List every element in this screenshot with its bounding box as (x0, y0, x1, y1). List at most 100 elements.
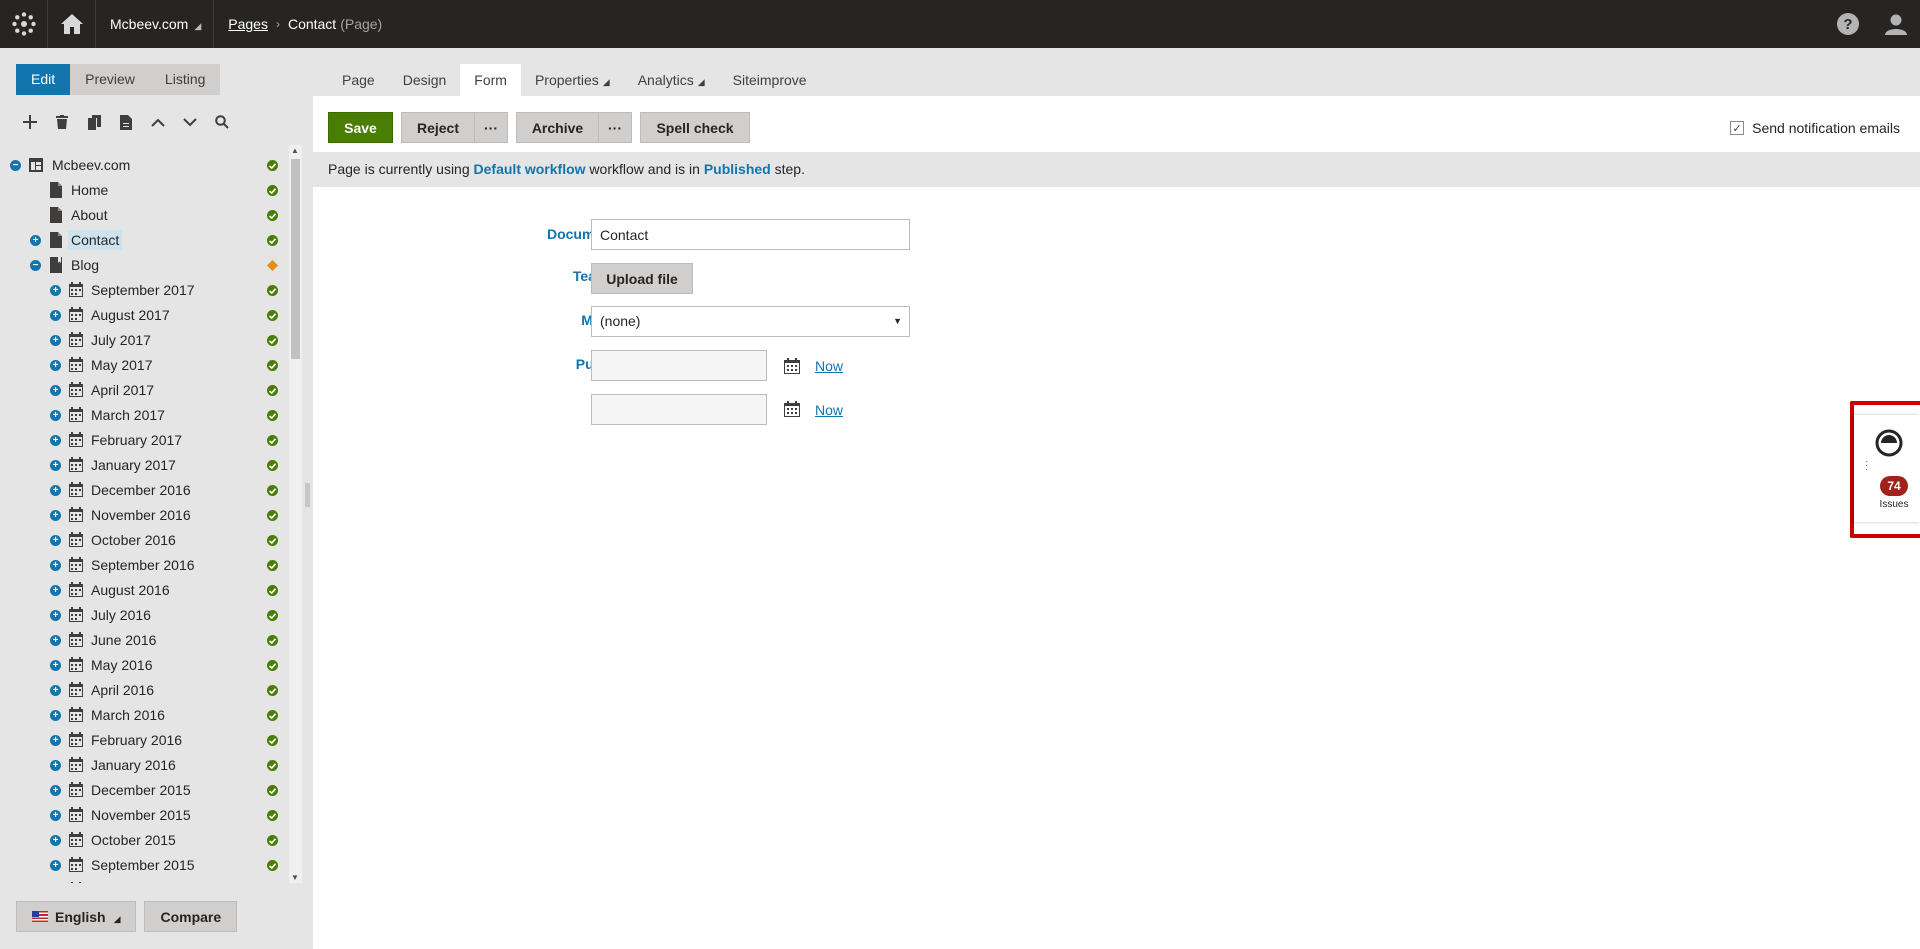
expand-icon[interactable]: + (50, 710, 61, 721)
expand-icon[interactable]: + (50, 335, 61, 346)
expand-icon[interactable]: + (50, 610, 61, 621)
copy-page-button[interactable] (80, 108, 108, 136)
app-menu-button[interactable] (0, 0, 48, 48)
expand-icon[interactable]: + (50, 685, 61, 696)
dashboard-home-button[interactable] (48, 0, 96, 48)
tree-node[interactable]: + August 2017 (0, 303, 287, 328)
language-selector[interactable]: English ◢ (16, 901, 137, 932)
mode-edit[interactable]: Edit (16, 64, 71, 95)
tree-node-label[interactable]: August 2017 (88, 305, 173, 325)
expand-icon[interactable]: + (50, 660, 61, 671)
expand-icon[interactable]: + (50, 810, 61, 821)
tree-node[interactable]: − Blog (0, 253, 287, 278)
tree-node[interactable]: + April 2016 (0, 678, 287, 703)
panel-splitter[interactable] (302, 48, 313, 949)
tree-node[interactable]: + April 2017 (0, 378, 287, 403)
tree-node[interactable]: + May 2017 (0, 353, 287, 378)
tree-node[interactable]: Home (0, 178, 287, 203)
tree-node[interactable]: + August 2016 (0, 578, 287, 603)
tree-node-label[interactable]: May 2017 (88, 355, 155, 375)
tab-design[interactable]: Design (389, 64, 461, 96)
move-page-button[interactable] (112, 108, 140, 136)
publish-to-now-link[interactable]: Now (815, 402, 843, 418)
tab-page[interactable]: Page (328, 64, 389, 96)
scroll-up-icon[interactable]: ▲ (291, 146, 299, 155)
tree-node-label[interactable]: March 2017 (88, 405, 168, 425)
save-button[interactable]: Save (328, 112, 393, 143)
archive-button[interactable]: Archive (516, 112, 599, 143)
issues-count-badge[interactable]: 74 (1880, 476, 1908, 496)
send-notification-option[interactable]: ✓ Send notification emails (1730, 120, 1900, 136)
tree-node-label[interactable]: September 2016 (88, 555, 198, 575)
tab-siteimprove[interactable]: Siteimprove (719, 64, 821, 96)
user-menu-button[interactable] (1872, 0, 1920, 48)
move-up-button[interactable] (144, 108, 172, 136)
expand-icon[interactable]: + (50, 310, 61, 321)
expand-icon[interactable]: + (50, 485, 61, 496)
publish-from-input[interactable] (591, 350, 767, 381)
tree-node[interactable]: + December 2015 (0, 778, 287, 803)
delete-page-button[interactable] (48, 108, 76, 136)
tree-node-label[interactable]: July 2016 (88, 605, 154, 625)
tree-node-label[interactable]: November 2016 (88, 505, 194, 525)
mode-preview[interactable]: Preview (70, 64, 150, 95)
reject-more-button[interactable]: ··· (474, 112, 508, 143)
tree-node[interactable]: + November 2015 (0, 803, 287, 828)
expand-icon[interactable]: + (50, 785, 61, 796)
expand-icon[interactable]: + (50, 435, 61, 446)
publish-to-input[interactable] (591, 394, 767, 425)
tree-node[interactable]: − Mcbeev.com (0, 153, 287, 178)
tree-node[interactable]: + March 2016 (0, 703, 287, 728)
splitter-grip[interactable] (305, 483, 310, 507)
expand-icon[interactable]: + (50, 835, 61, 846)
breadcrumb-pages-link[interactable]: Pages (228, 16, 268, 32)
tab-form[interactable]: Form (460, 64, 521, 96)
tree-node-label[interactable]: December 2016 (88, 480, 194, 500)
tree-node-label[interactable]: June 2016 (88, 630, 159, 650)
expand-icon[interactable]: + (30, 235, 41, 246)
spell-check-button[interactable]: Spell check (640, 112, 750, 143)
move-down-button[interactable] (176, 108, 204, 136)
expand-icon[interactable]: + (50, 535, 61, 546)
tree-node[interactable]: + January 2016 (0, 753, 287, 778)
tree-node-label[interactable]: February 2016 (88, 730, 185, 750)
archive-more-button[interactable]: ··· (598, 112, 632, 143)
tree-node-label[interactable]: January 2016 (88, 755, 179, 775)
tree-node-label[interactable]: September 2017 (88, 280, 198, 300)
tree-node[interactable]: + February 2016 (0, 728, 287, 753)
tree-node[interactable]: + November 2016 (0, 503, 287, 528)
tree-node-label[interactable]: Mcbeev.com (49, 155, 133, 175)
tree-node-label[interactable]: August 2016 (88, 580, 173, 600)
help-button[interactable]: ? (1824, 0, 1872, 48)
tree-node[interactable]: + January 2017 (0, 453, 287, 478)
tree-node-label[interactable]: About (68, 205, 111, 225)
tree-node-label[interactable]: July 2017 (88, 330, 154, 350)
drag-handle-icon[interactable]: · · · (1865, 457, 1868, 475)
expand-icon[interactable]: + (50, 385, 61, 396)
expand-icon[interactable]: + (50, 760, 61, 771)
tree-node-label[interactable]: Contact (68, 230, 123, 250)
notification-checkbox[interactable]: ✓ (1730, 121, 1745, 135)
reject-button[interactable]: Reject (401, 112, 475, 143)
scroll-down-icon[interactable]: ▼ (291, 873, 299, 882)
tree-node[interactable]: + March 2017 (0, 403, 287, 428)
scrollbar-thumb[interactable] (291, 159, 300, 359)
tree-node-label[interactable]: Home (68, 180, 111, 200)
expand-icon[interactable]: + (50, 560, 61, 571)
tree-node-label[interactable]: December 2015 (88, 780, 194, 800)
tree-node[interactable]: +August 2015 (0, 878, 287, 883)
tree-node-label[interactable]: November 2015 (88, 805, 194, 825)
new-page-button[interactable] (16, 108, 44, 136)
tree-node-label[interactable]: January 2017 (88, 455, 179, 475)
tree-node-label[interactable]: May 2016 (88, 655, 155, 675)
collapse-icon[interactable]: − (30, 260, 41, 271)
calendar-icon[interactable] (784, 358, 800, 374)
calendar-icon[interactable] (784, 401, 800, 417)
tree-node-label[interactable]: Blog (68, 255, 102, 275)
expand-icon[interactable]: + (50, 285, 61, 296)
tree-node[interactable]: + February 2017 (0, 428, 287, 453)
tree-node[interactable]: + June 2016 (0, 628, 287, 653)
tree-node[interactable]: + September 2016 (0, 553, 287, 578)
tree-node[interactable]: + July 2017 (0, 328, 287, 353)
tree-node[interactable]: + July 2016 (0, 603, 287, 628)
